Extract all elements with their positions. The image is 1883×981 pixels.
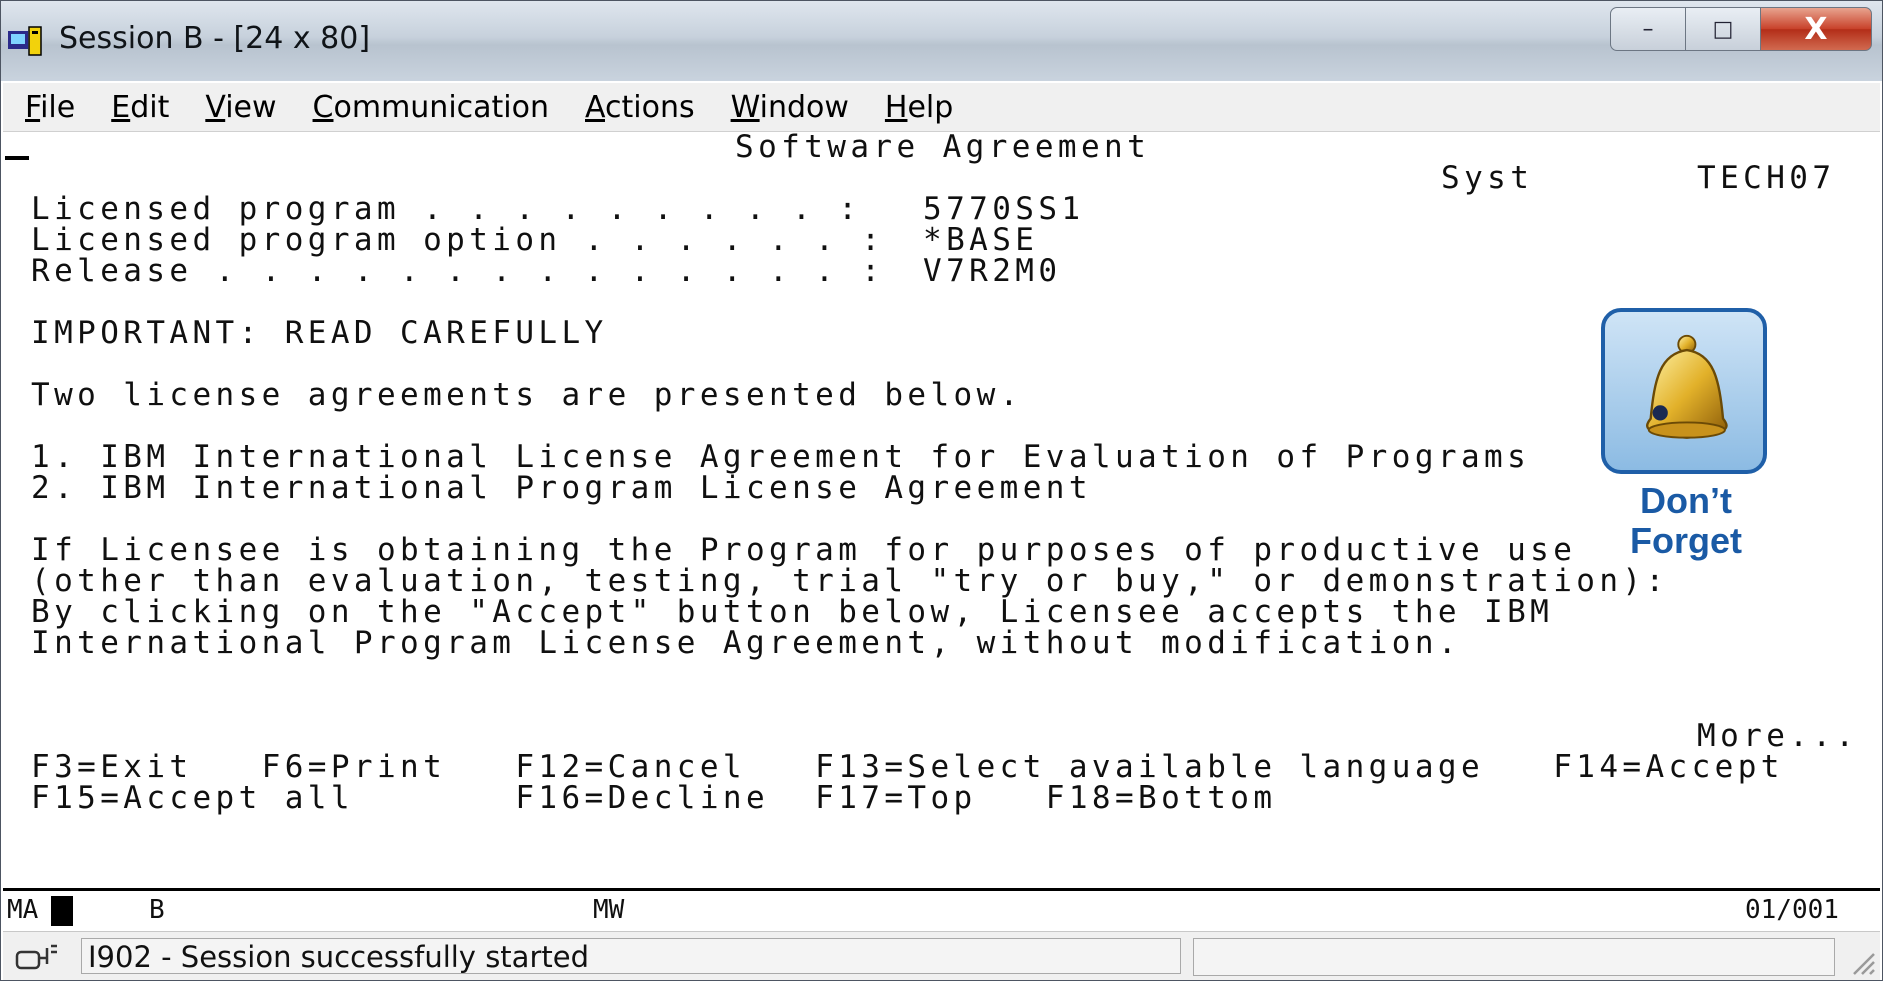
window-title: Session B - [24 x 80] [59, 21, 371, 56]
menu-help[interactable]: Help [885, 90, 953, 125]
window-controls: – □ X [1610, 7, 1872, 51]
intro-text: Two license agreements are presented bel… [31, 377, 1023, 413]
body-line: (other than evaluation, testing, trial "… [31, 563, 1669, 599]
system-label: Syst [1441, 160, 1534, 196]
cursor [5, 156, 29, 160]
more-indicator: More... [1697, 718, 1859, 754]
field-value-option: *BASE [923, 222, 1039, 258]
emulator-window: Session B - [24 x 80] – □ X File Edit Vi… [0, 0, 1883, 981]
dont-forget-badge [1601, 308, 1767, 474]
status-bar: I902 - Session successfully started [3, 931, 1880, 980]
agreement-item: 1. IBM International License Agreement f… [31, 439, 1531, 475]
important-heading: IMPORTANT: READ CAREFULLY [31, 315, 608, 351]
function-keys-row2[interactable]: F15=Accept all F16=Decline F17=Top F18=B… [31, 783, 1276, 814]
oia-cursor-position: 01/001 [1745, 895, 1839, 925]
body-line: International Program License Agreement,… [31, 625, 1461, 661]
emulator-app-icon [8, 26, 42, 56]
oia-mw: MW [593, 895, 625, 925]
field-value-release: V7R2M0 [923, 253, 1062, 289]
oia-block-cursor [51, 896, 73, 926]
screen-heading: Software Agreement [735, 129, 1151, 165]
oia-mode: MA [7, 895, 39, 925]
minimize-button[interactable]: – [1610, 7, 1686, 51]
field-label-release: Release . . . . . . . . . . . . . . : [31, 253, 885, 289]
operator-info-area: MA B MW 01/001 [3, 888, 1880, 931]
close-button[interactable]: X [1760, 7, 1872, 51]
field-label-option: Licensed program option . . . . . . : [31, 222, 885, 258]
menu-communication[interactable]: Communication [313, 90, 549, 125]
dont-forget-label: Don’t Forget [1630, 480, 1742, 561]
title-bar[interactable]: Session B - [24 x 80] – □ X [1, 1, 1882, 81]
status-message: I902 - Session successfully started [81, 938, 1181, 974]
bell-icon [1646, 334, 1728, 439]
menu-actions[interactable]: Actions [585, 90, 695, 125]
function-keys-row1[interactable]: F3=Exit F6=Print F12=Cancel F13=Select a… [31, 752, 1784, 783]
field-value-program: 5770SS1 [923, 191, 1085, 227]
field-label-program: Licensed program . . . . . . . . . : [31, 191, 862, 227]
agreement-item: 2. IBM International Program License Agr… [31, 470, 1092, 506]
body-line: By clicking on the "Accept" button below… [31, 594, 1554, 630]
status-panel-empty [1193, 938, 1835, 976]
connection-icon [15, 944, 57, 970]
maximize-button[interactable]: □ [1685, 7, 1761, 51]
menu-edit[interactable]: Edit [111, 90, 169, 125]
system-name: TECH07 [1697, 160, 1836, 196]
resize-grip-icon[interactable] [1846, 946, 1876, 976]
oia-session: B [149, 895, 165, 925]
menu-file[interactable]: File [25, 90, 75, 125]
body-line: If Licensee is obtaining the Program for… [31, 532, 1577, 568]
menu-bar: File Edit View Communication Actions Win… [3, 83, 1880, 132]
menu-window[interactable]: Window [731, 90, 849, 125]
menu-view[interactable]: View [205, 90, 276, 125]
